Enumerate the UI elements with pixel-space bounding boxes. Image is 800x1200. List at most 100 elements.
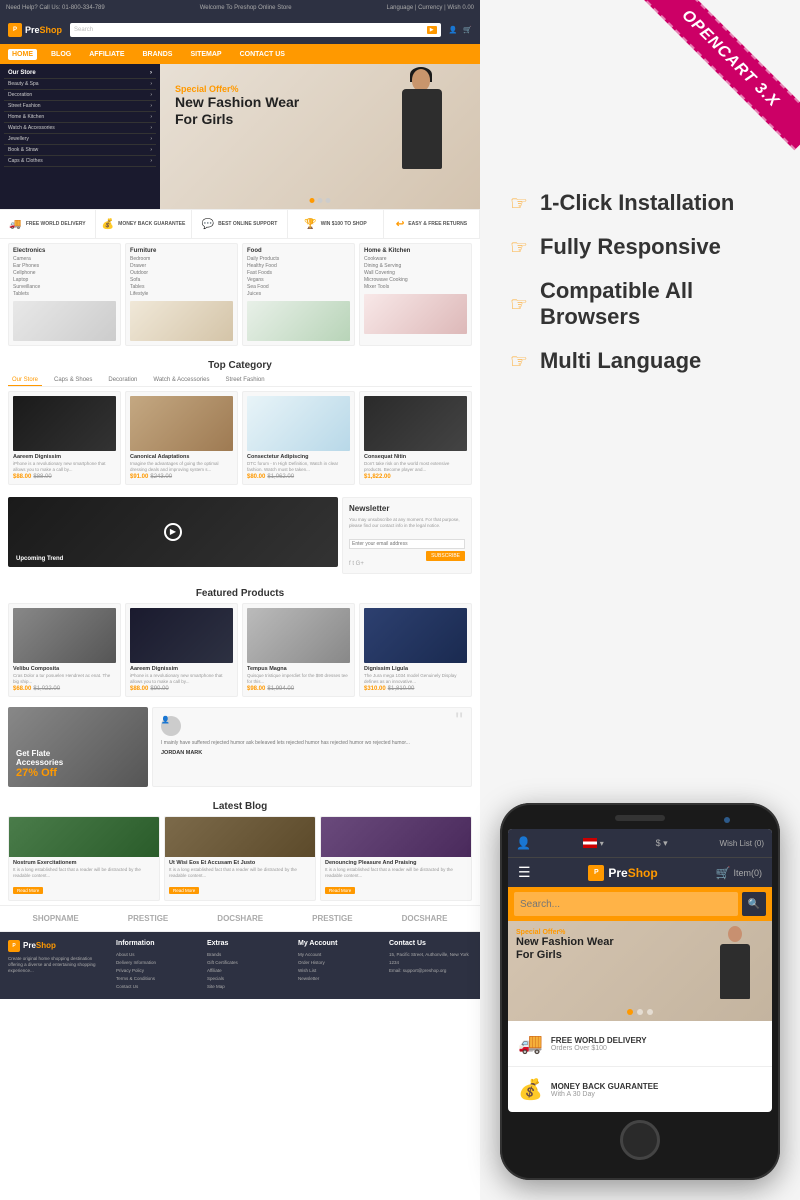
phone-moneyback-title: MONEY BACK GUARANTEE (551, 1082, 658, 1091)
search-button[interactable]: ▶ (427, 26, 437, 34)
newsletter-subscribe-button[interactable]: SUBSCRIBE (426, 551, 465, 561)
video-block[interactable]: ▶ Upcoming Trend (8, 497, 338, 567)
sidebar-jewellery[interactable]: Jewellery › (4, 134, 156, 145)
blog-post-2[interactable]: Ut Wisi Eos Et Accusam Et Justo It is a … (164, 816, 316, 901)
phone-dot-1[interactable] (627, 1009, 633, 1015)
feature-label-4: Multi Language (540, 348, 701, 374)
blog-read-more-3[interactable]: Read More (325, 887, 355, 894)
footer-gift[interactable]: Gift Certificates (207, 959, 290, 967)
nav-contact[interactable]: CONTACT US (236, 49, 289, 60)
hero-dot-1[interactable] (310, 198, 315, 203)
footer-email: Email: support@preshop.org (389, 967, 472, 975)
phone-delivery-title: FREE WORLD DELIVERY (551, 1036, 647, 1045)
phone-delivery: 🚚 FREE WORLD DELIVERY Orders Over $100 (508, 1021, 772, 1067)
phone-search-button[interactable]: 🔍 (742, 892, 766, 916)
nav-affiliate[interactable]: AFFILIATE (85, 49, 128, 60)
footer-my-account[interactable]: My Account (298, 951, 381, 959)
footer-terms[interactable]: Terms & Conditions (116, 975, 199, 983)
phone-logo: P PreShop (588, 865, 657, 881)
tab-our-store[interactable]: Our Store (8, 375, 42, 386)
product-shirt-name: Aareem Dignissim (13, 454, 116, 460)
phone-wishlist[interactable]: Wish List (0) (720, 839, 764, 848)
blog-post-3[interactable]: Denouncing Pleasure And Praising It is a… (320, 816, 472, 901)
phone-dot-2[interactable] (637, 1009, 643, 1015)
topbar-welcome: Welcome To Preshop Online Store (200, 5, 292, 11)
sidebar-book[interactable]: Book & Straw › (4, 145, 156, 156)
category-home[interactable]: Home & Kitchen CookwareDining & ServingW… (359, 243, 472, 346)
footer-order[interactable]: Order History (298, 959, 381, 967)
nav-brands[interactable]: BRANDS (139, 49, 177, 60)
category-furniture[interactable]: Furniture BedroomDrawerOutdoorSofaTables… (125, 243, 238, 346)
category-food[interactable]: Food Daily ProductsHealthy FoodFast Food… (242, 243, 355, 346)
phone-cart[interactable]: 🛒 Item(0) (716, 866, 762, 880)
top-bar: Need Help? Call Us: 01-800-334-789 Welco… (0, 0, 480, 16)
product-bag[interactable]: Canonical Adaptations Imagine the advant… (125, 391, 238, 485)
phone-language-selector[interactable]: ▾ (583, 838, 604, 848)
blog-read-more-2[interactable]: Read More (169, 887, 199, 894)
product-shirt[interactable]: Aareem Dignissim iPhone is a revolutiona… (8, 391, 121, 485)
hamburger-icon[interactable]: ☰ (518, 864, 531, 881)
sidebar-decoration[interactable]: Decoration › (4, 90, 156, 101)
cart-icon[interactable]: 🛒 (463, 26, 472, 34)
hero-dots (310, 198, 331, 203)
featured-camera-img (13, 608, 116, 663)
blog-post-1[interactable]: Nostrum Exercitationem It is a long esta… (8, 816, 160, 901)
newsletter-email[interactable] (349, 539, 465, 549)
user-icon[interactable]: 👤 (449, 26, 458, 34)
header-search[interactable]: Search ▶ (70, 23, 441, 37)
sidebar-beauty[interactable]: Beauty & Spa › (4, 79, 156, 90)
sidebar-street[interactable]: Street Fashion › (4, 101, 156, 112)
footer-logo: P PreShop (8, 940, 108, 952)
featured-tshirt[interactable]: Tempus Magna Quisque tristique imperdiet… (242, 603, 355, 697)
footer-affiliate[interactable]: Affiliate (207, 967, 290, 975)
footer-contact[interactable]: Contact Us (116, 983, 199, 991)
blog-text-1: It is a long established fact that a rea… (13, 867, 155, 879)
tab-decoration[interactable]: Decoration (104, 375, 141, 386)
footer-brands[interactable]: Brands (207, 951, 290, 959)
tab-watch[interactable]: Watch & Accessories (149, 375, 213, 386)
phone-dot-3[interactable] (647, 1009, 653, 1015)
hero-banner: Special Offer% New Fashion Wear For Girl… (160, 64, 480, 209)
mid-section: ▶ Upcoming Trend Newsletter You may unsu… (0, 493, 480, 579)
cat-food-img (247, 301, 350, 341)
brand-docshare-2: DOCSHARE (402, 914, 448, 923)
featured-blue-price: $310.00$1,810.00 (364, 686, 467, 692)
phone-currency[interactable]: $ ▾ (656, 838, 668, 849)
blog-read-more-1[interactable]: Read More (13, 887, 43, 894)
featured-blue-shirt[interactable]: Dignissim Ligula The Jura mega 1034 mode… (359, 603, 472, 697)
tab-street[interactable]: Street Fashion (222, 375, 269, 386)
product-necklace[interactable]: Consectetur Adipiscing DTC forum - In Hi… (242, 391, 355, 485)
nav-home[interactable]: HOME (8, 49, 37, 60)
footer-about[interactable]: About Us (116, 951, 199, 959)
footer-privacy[interactable]: Privacy Policy (116, 967, 199, 975)
hero-dot-2[interactable] (318, 198, 323, 203)
footer-sitemap[interactable]: Site Map (207, 983, 290, 991)
tab-caps-shoes[interactable]: Caps & Shoes (50, 375, 96, 386)
nav-sitemap[interactable]: SITEMAP (186, 49, 225, 60)
product-handbag[interactable]: Consequat Nitin Don't take risk on the w… (359, 391, 472, 485)
sidebar-watch[interactable]: Watch & Accessories › (4, 123, 156, 134)
category-electronics[interactable]: Electronics CameraEar PhonesCellphoneLap… (8, 243, 121, 346)
flag-icon (583, 838, 597, 848)
footer-address: 15, Pacific Street, Authonville, New Yor… (389, 951, 472, 959)
hero-dot-3[interactable] (326, 198, 331, 203)
footer-account-title: My Account (298, 940, 381, 947)
promo-block[interactable]: Get FlateAccessories 27% Off (8, 707, 148, 787)
featured-tshirt-name: Tempus Magna (247, 666, 350, 672)
footer-specials[interactable]: Specials (207, 975, 290, 983)
featured-camera[interactable]: Velibu Composita Cras Dolor a tur posuel… (8, 603, 121, 697)
play-button[interactable]: ▶ (164, 523, 182, 541)
nav-blog[interactable]: BLOG (47, 49, 75, 60)
sidebar-caps[interactable]: Caps & Clothes › (4, 156, 156, 167)
footer-newsletter[interactable]: Newsletter (298, 975, 381, 983)
phone-home-button[interactable] (620, 1120, 660, 1160)
phone-search-input[interactable] (514, 892, 738, 916)
phone-delivery-info: FREE WORLD DELIVERY Orders Over $100 (551, 1036, 647, 1052)
footer-brand: P PreShop Create original home shopping … (8, 940, 108, 991)
sidebar-our-store[interactable]: Our Store › (4, 68, 156, 79)
cat-furniture-items: BedroomDrawerOutdoorSofaTablesLifestyle (130, 256, 233, 298)
sidebar-home[interactable]: Home & Kitchen › (4, 112, 156, 123)
footer-wishlist[interactable]: Wish List (298, 967, 381, 975)
featured-polo[interactable]: Aareem Dignissim iPhone is a revolutiona… (125, 603, 238, 697)
footer-delivery[interactable]: Delivery Information (116, 959, 199, 967)
